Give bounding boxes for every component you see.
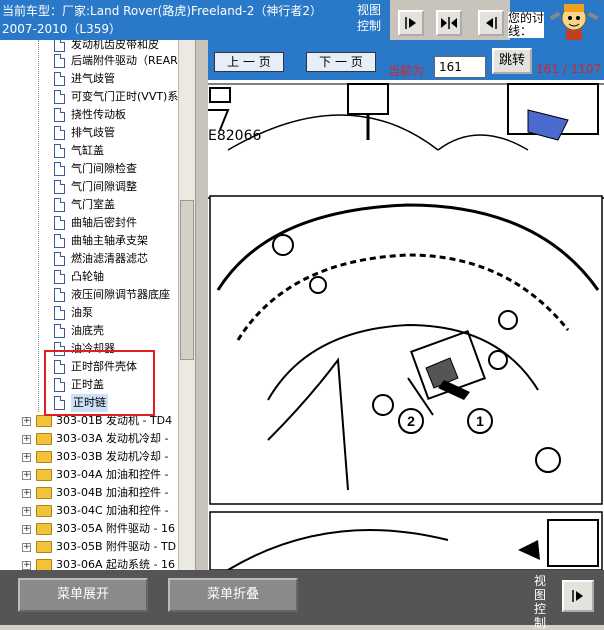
document-icon (54, 270, 65, 284)
tree-guide-line (38, 40, 39, 412)
folder-icon (36, 523, 52, 535)
bottom-bar: 菜单展开 菜单折叠 视图控制 (0, 570, 604, 630)
arrow-right-icon (405, 17, 416, 29)
next-page-button[interactable]: 下 一 页 (306, 52, 376, 72)
arrow-left-icon (486, 17, 497, 29)
document-icon (54, 72, 65, 86)
document-icon (54, 216, 65, 230)
expand-icon[interactable]: + (22, 488, 31, 498)
tree-scrollbar[interactable] (178, 40, 195, 570)
view-left-button[interactable] (478, 10, 504, 36)
expand-icon[interactable]: + (22, 506, 31, 516)
timing-chain-diagram: 2 1 (208, 80, 604, 570)
current-page-label: 当前为 (388, 64, 425, 78)
tree-item[interactable]: 排气歧管 (54, 124, 115, 142)
tree-item[interactable]: 可变气门正时(VVT)系 (54, 88, 178, 106)
folder-icon (36, 433, 52, 445)
view-control-label: 视图控制 (533, 574, 546, 630)
tree-folder[interactable]: +303-04B 加油和控件 - (22, 484, 168, 502)
highlight-box (44, 350, 155, 416)
tree-item[interactable]: 气门室盖 (54, 196, 115, 214)
document-icon (54, 180, 65, 194)
tree-item[interactable]: 气门间隙调整 (54, 178, 137, 196)
tree-item[interactable]: 进气歧管 (54, 70, 115, 88)
view-right-button[interactable] (398, 10, 424, 36)
vehicle-title: 当前车型：厂家:Land Rover(路虎)Freeland-2（神行者2） (2, 4, 323, 18)
document-icon (54, 252, 65, 266)
figure-code: E82066 (208, 128, 262, 144)
tree-folder[interactable]: +303-04A 加油和控件 - (22, 466, 168, 484)
tree-folder[interactable]: +303-03B 发动机冷却 - (22, 448, 168, 466)
expand-icon[interactable]: + (22, 416, 31, 426)
expand-menu-button[interactable]: 菜单展开 (18, 578, 148, 612)
tree-item[interactable]: 后端附件驱动（REAR (54, 52, 178, 70)
split-view-icon (441, 17, 457, 29)
expand-icon[interactable]: + (22, 470, 31, 480)
folder-icon (36, 559, 52, 570)
scrollbar-thumb[interactable] (180, 200, 194, 360)
document-icon (54, 198, 65, 212)
expand-icon[interactable]: + (22, 452, 31, 462)
document-icon (54, 126, 65, 140)
help-text-box: 您的讨线： (508, 12, 544, 38)
document-icon (54, 90, 65, 104)
arrow-right-icon (572, 590, 583, 602)
document-pane: 2 1 E82066 上 一 页 下 一 页 当前为 161 跳转 161 / … (208, 40, 604, 570)
folder-icon (36, 487, 52, 499)
page-toolbar: 上 一 页 下 一 页 当前为 161 跳转 161 / 1107 (208, 40, 604, 80)
tree-item[interactable]: 曲轴主轴承支架 (54, 232, 148, 250)
document-icon (54, 108, 65, 122)
document-icon (54, 288, 65, 302)
tree-folder[interactable]: +303-05A 附件驱动 - 16 (22, 520, 175, 538)
expand-icon[interactable]: + (22, 434, 31, 444)
expand-icon[interactable]: + (22, 560, 31, 570)
page-count: 161 / 1107 (536, 62, 602, 76)
page-number-input[interactable]: 161 (434, 56, 486, 78)
tree-folder[interactable]: +303-04C 加油和控件 - (22, 502, 169, 520)
expand-icon[interactable]: + (22, 542, 31, 552)
tree-item[interactable]: 气门间隙检查 (54, 160, 137, 178)
menu-tree: 发动机齿皮带和皮 后端附件驱动（REAR 进气歧管 可变气门正时(VVT)系 挠… (0, 40, 196, 570)
document-icon (54, 234, 65, 248)
mascot-icon (544, 0, 604, 42)
tree-item[interactable]: 油泵 (54, 304, 93, 322)
view-control-buttons (390, 0, 510, 40)
tree-folder[interactable]: +303-05B 附件驱动 - TD (22, 538, 176, 556)
document-icon (54, 162, 65, 176)
tree-item[interactable]: 燃油滤清器滤芯 (54, 250, 148, 268)
tree-item[interactable]: 油底壳 (54, 322, 104, 340)
tree-item[interactable]: 挠性传动板 (54, 106, 126, 124)
view-control-label: 视图控制 (356, 3, 381, 33)
document-icon (54, 306, 65, 320)
expand-icon[interactable]: + (22, 524, 31, 534)
folder-icon (36, 505, 52, 517)
tree-item[interactable]: 曲轴后密封件 (54, 214, 137, 232)
tree-item[interactable]: 液压间隙调节器底座 (54, 286, 170, 304)
document-icon (54, 144, 65, 158)
folder-icon (36, 415, 52, 427)
collapse-menu-button[interactable]: 菜单折叠 (168, 578, 298, 612)
vehicle-years: 2007-2010（L359） (2, 22, 121, 36)
jump-button[interactable]: 跳转 (492, 48, 532, 74)
tree-item[interactable]: 凸轮轴 (54, 268, 104, 286)
tree-folder[interactable]: +303-06A 起动系统 - 16 (22, 556, 175, 570)
callout-2: 2 (407, 413, 415, 429)
folder-icon (36, 451, 52, 463)
view-split-button[interactable] (436, 10, 462, 36)
view-right-button[interactable] (562, 580, 594, 612)
tree-item[interactable]: 气缸盖 (54, 142, 104, 160)
document-icon (54, 324, 65, 338)
folder-icon (36, 469, 52, 481)
callout-1: 1 (476, 413, 484, 429)
prev-page-button[interactable]: 上 一 页 (214, 52, 284, 72)
document-icon (54, 54, 65, 68)
folder-icon (36, 541, 52, 553)
document-icon (54, 40, 65, 52)
pane-splitter[interactable] (196, 40, 208, 570)
tree-folder[interactable]: +303-03A 发动机冷却 - (22, 430, 168, 448)
app-header: 当前车型：厂家:Land Rover(路虎)Freeland-2（神行者2） 2… (0, 0, 604, 42)
